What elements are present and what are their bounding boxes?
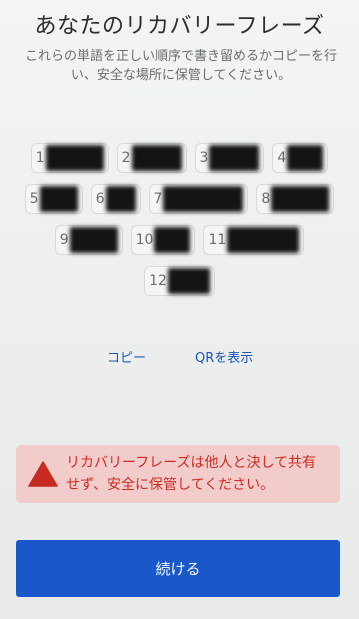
word-number: 11 [208,232,227,248]
redacted-word [39,186,78,212]
warning-text: リカバリーフレーズは他人と決して共有せず、安全に保管してください。 [66,455,317,493]
word-row: 5 6 7 8 [0,184,359,214]
redacted-word [163,186,244,212]
redacted-word [69,227,118,253]
word-row: 9 10 11 [0,225,359,255]
word-chip: 10 [130,225,196,255]
word-chip: 7 [148,184,249,214]
instructions-text: これらの単語を正しい順序で書き留めるかコピーを行い、安全な場所に保管してください… [24,49,337,83]
word-chip: 9 [54,225,123,255]
word-number: 10 [135,232,154,248]
redacted-word [287,145,324,171]
page-title: あなたのリカバリーフレーズ [34,14,325,39]
word-number: 5 [29,191,39,207]
redacted-word [167,268,210,294]
recovery-word-grid: 1 2 3 4 5 6 7 8 9 10 11 12 [0,143,359,307]
word-number: 4 [277,150,287,166]
word-number: 9 [59,232,69,248]
continue-button[interactable]: 続ける [16,540,340,597]
show-qr-link[interactable]: QRを表示 [195,347,253,366]
redacted-word [209,145,260,171]
word-chip: 8 [256,184,335,214]
word-number: 3 [199,150,209,166]
redacted-word [227,227,300,253]
warning-banner: リカバリーフレーズは他人と決して共有せず、安全に保管してください。 [16,445,340,503]
word-row: 12 [0,266,359,296]
recovery-phrase-screen: あなたのリカバリーフレーズ これらの単語を正しい順序で書き留めるかコピーを行い、… [0,0,359,619]
word-chip: 6 [90,184,141,214]
word-chip: 11 [203,225,305,255]
word-number: 8 [261,191,271,207]
redacted-word [154,227,191,253]
redacted-word [131,145,182,171]
word-chip: 4 [272,143,329,173]
word-chip: 1 [30,143,109,173]
word-number: 6 [95,191,105,207]
word-chip: 5 [24,184,83,214]
word-number: 7 [153,191,163,207]
word-chip: 3 [194,143,265,173]
redacted-word [105,186,136,212]
word-row: 1 2 3 4 [0,143,359,173]
warning-triangle-icon [28,461,58,487]
word-number: 12 [149,273,167,289]
redacted-word [45,145,104,171]
word-chip: 2 [116,143,187,173]
copy-link[interactable]: コピー [107,347,146,366]
redacted-word [271,186,330,212]
word-number: 2 [121,150,131,166]
phrase-actions: コピー QRを表示 [0,347,359,367]
word-chip: 12 [144,266,215,296]
word-number: 1 [35,150,45,166]
